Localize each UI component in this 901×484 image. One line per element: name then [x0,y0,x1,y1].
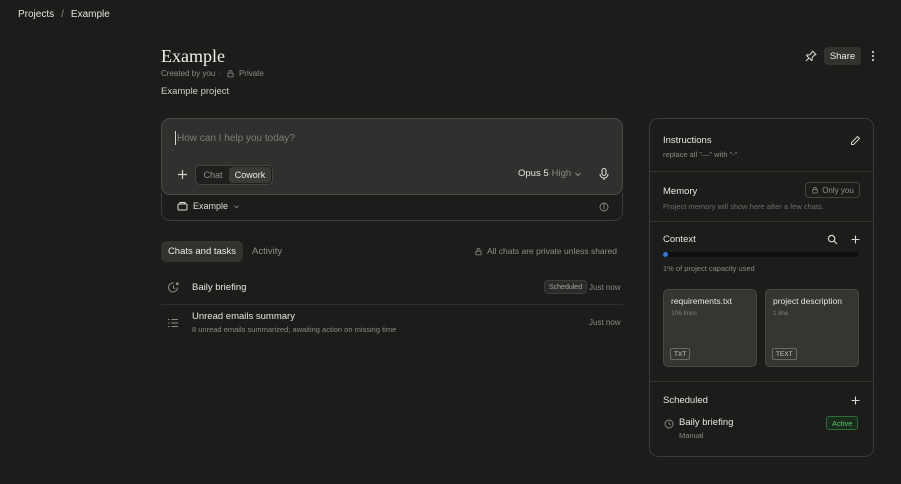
mode-chat-option[interactable]: Chat [197,167,229,183]
lock-icon [474,247,483,256]
capacity-text: 1% of project capacity used [663,264,755,273]
divider [650,171,873,172]
memory-text: Project memory will show here after a fe… [663,202,824,211]
chat-subtitle: 8 unread emails summarized; awaiting act… [192,325,397,334]
file-lines: 106 lines [671,310,698,317]
breadcrumb-current: Example [70,9,110,20]
edit-pencil-icon[interactable] [850,135,861,146]
privacy-note-text: All chats are private unless shared [487,246,617,256]
scheduled-task-icon [167,281,179,293]
scheduled-item-frequency: Manual [679,431,704,440]
tab-chats-and-tasks[interactable]: Chats and tasks [161,241,243,262]
chevron-down-icon [233,203,240,210]
lock-icon [226,69,235,78]
effort-level: High [551,168,572,179]
context-title: Context [663,234,696,245]
project-description: Example project [161,86,230,97]
add-attachment-icon[interactable] [177,169,188,180]
project-side-panel: Instructions replace all "—" with "-" Me… [649,118,874,457]
file-type-badge: TEXT [772,348,797,360]
chat-title: Unread emails summary [192,311,295,322]
chat-time: Just now [589,283,621,292]
scheduled-badge: Scheduled [544,280,588,294]
share-button[interactable]: Share [824,47,861,65]
capacity-bar-fill [663,252,668,257]
instructions-title: Instructions [663,135,712,146]
clock-icon [664,419,674,429]
file-name: requirements.txt [671,296,732,306]
chat-title: Baily briefing [192,282,247,293]
file-lines: 1 line [773,310,789,317]
memory-visibility-text: Only you [822,185,854,195]
chat-list-item[interactable]: Unread emails summary 8 unread emails su… [161,306,623,342]
list-icon [167,317,179,329]
file-card[interactable]: project description 1 line TEXT [765,289,859,367]
visibility-text: Private [238,69,264,78]
project-selector[interactable]: Example [177,201,240,211]
message-input[interactable] [175,131,495,145]
page-title: Example [161,46,225,66]
model-name: Opus 5 [518,168,549,179]
privacy-note: All chats are private unless shared [474,246,617,256]
pin-icon[interactable] [804,49,818,63]
project-selector-label: Example [193,201,229,211]
status-badge: Active [826,416,859,430]
microphone-icon[interactable] [598,167,610,181]
memory-title: Memory [663,186,698,197]
chat-list-item[interactable]: Baily briefing Scheduled Just now [161,272,623,305]
instructions-text: replace all "—" with "-" [663,150,738,159]
project-meta: Created by you · Private [161,69,264,78]
mode-cowork-option[interactable]: Cowork [229,167,271,183]
breadcrumb-separator: / [61,9,64,20]
divider [650,221,873,222]
composer: Chat Cowork Opus 5 High [161,118,623,195]
scheduled-item-title[interactable]: Baily briefing [679,417,733,428]
lock-icon [811,186,819,194]
divider [650,381,873,382]
file-card[interactable]: requirements.txt 106 lines TXT [663,289,757,367]
info-icon[interactable] [599,202,609,212]
mode-toggle: Chat Cowork [195,165,273,185]
add-scheduled-icon[interactable] [850,395,861,406]
file-type-badge: TXT [670,348,691,360]
search-icon[interactable] [827,234,838,245]
breadcrumb-projects-link[interactable]: Projects [18,9,54,20]
chevron-down-icon [574,170,582,178]
created-by-text: Created by you [161,69,216,78]
tab-activity[interactable]: Activity [252,246,282,257]
model-selector[interactable]: Opus 5 High [518,168,582,179]
scheduled-title: Scheduled [663,395,708,406]
more-options-icon[interactable] [867,49,879,63]
project-selector-bar: Example [161,193,623,221]
chat-time: Just now [589,318,621,327]
folder-icon [177,201,188,211]
file-name: project description [773,296,842,306]
capacity-bar [663,252,859,257]
memory-visibility-badge: Only you [805,182,860,198]
add-context-icon[interactable] [850,234,861,245]
breadcrumb: Projects / Example [18,9,110,20]
meta-separator: · [219,69,222,78]
